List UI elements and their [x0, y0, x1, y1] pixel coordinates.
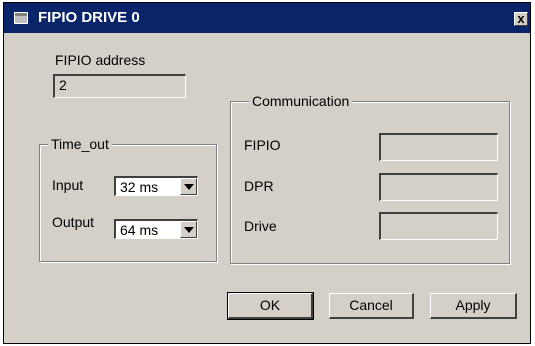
timeout-legend: Time_out [48, 136, 112, 152]
drive-status-field [379, 212, 498, 240]
window-icon[interactable] [14, 12, 28, 24]
input-timeout-value: 32 ms [120, 179, 159, 195]
output-timeout-value: 64 ms [120, 222, 159, 238]
fipio-address-field[interactable]: 2 [53, 74, 186, 98]
title-bar[interactable]: FIPIO DRIVE 0 x [4, 3, 530, 33]
timeout-group: Time_out [39, 136, 217, 262]
ok-button[interactable]: OK [227, 292, 314, 320]
close-icon[interactable]: x [514, 12, 528, 26]
fipio-address-label: FIPIO address [55, 52, 146, 68]
output-label: Output [52, 214, 95, 230]
drive-label: Drive [244, 218, 277, 234]
communication-legend: Communication [249, 93, 353, 109]
fipio-address-value: 2 [59, 77, 67, 93]
fipio-label: FIPIO [244, 137, 281, 153]
chevron-down-icon[interactable] [180, 221, 197, 238]
dpr-status-field [379, 173, 498, 201]
chevron-down-icon[interactable] [180, 178, 197, 195]
dpr-label: DPR [244, 178, 274, 194]
apply-button[interactable]: Apply [430, 293, 517, 319]
cancel-button[interactable]: Cancel [329, 293, 414, 319]
output-timeout-select[interactable]: 64 ms [114, 219, 198, 239]
input-timeout-select[interactable]: 32 ms [114, 176, 198, 196]
input-label: Input [52, 177, 84, 193]
window-title: FIPIO DRIVE 0 [38, 9, 140, 26]
dialog-window: FIPIO DRIVE 0 x FIPIO address 2 Time_out… [3, 2, 531, 344]
fipio-status-field [379, 133, 498, 161]
